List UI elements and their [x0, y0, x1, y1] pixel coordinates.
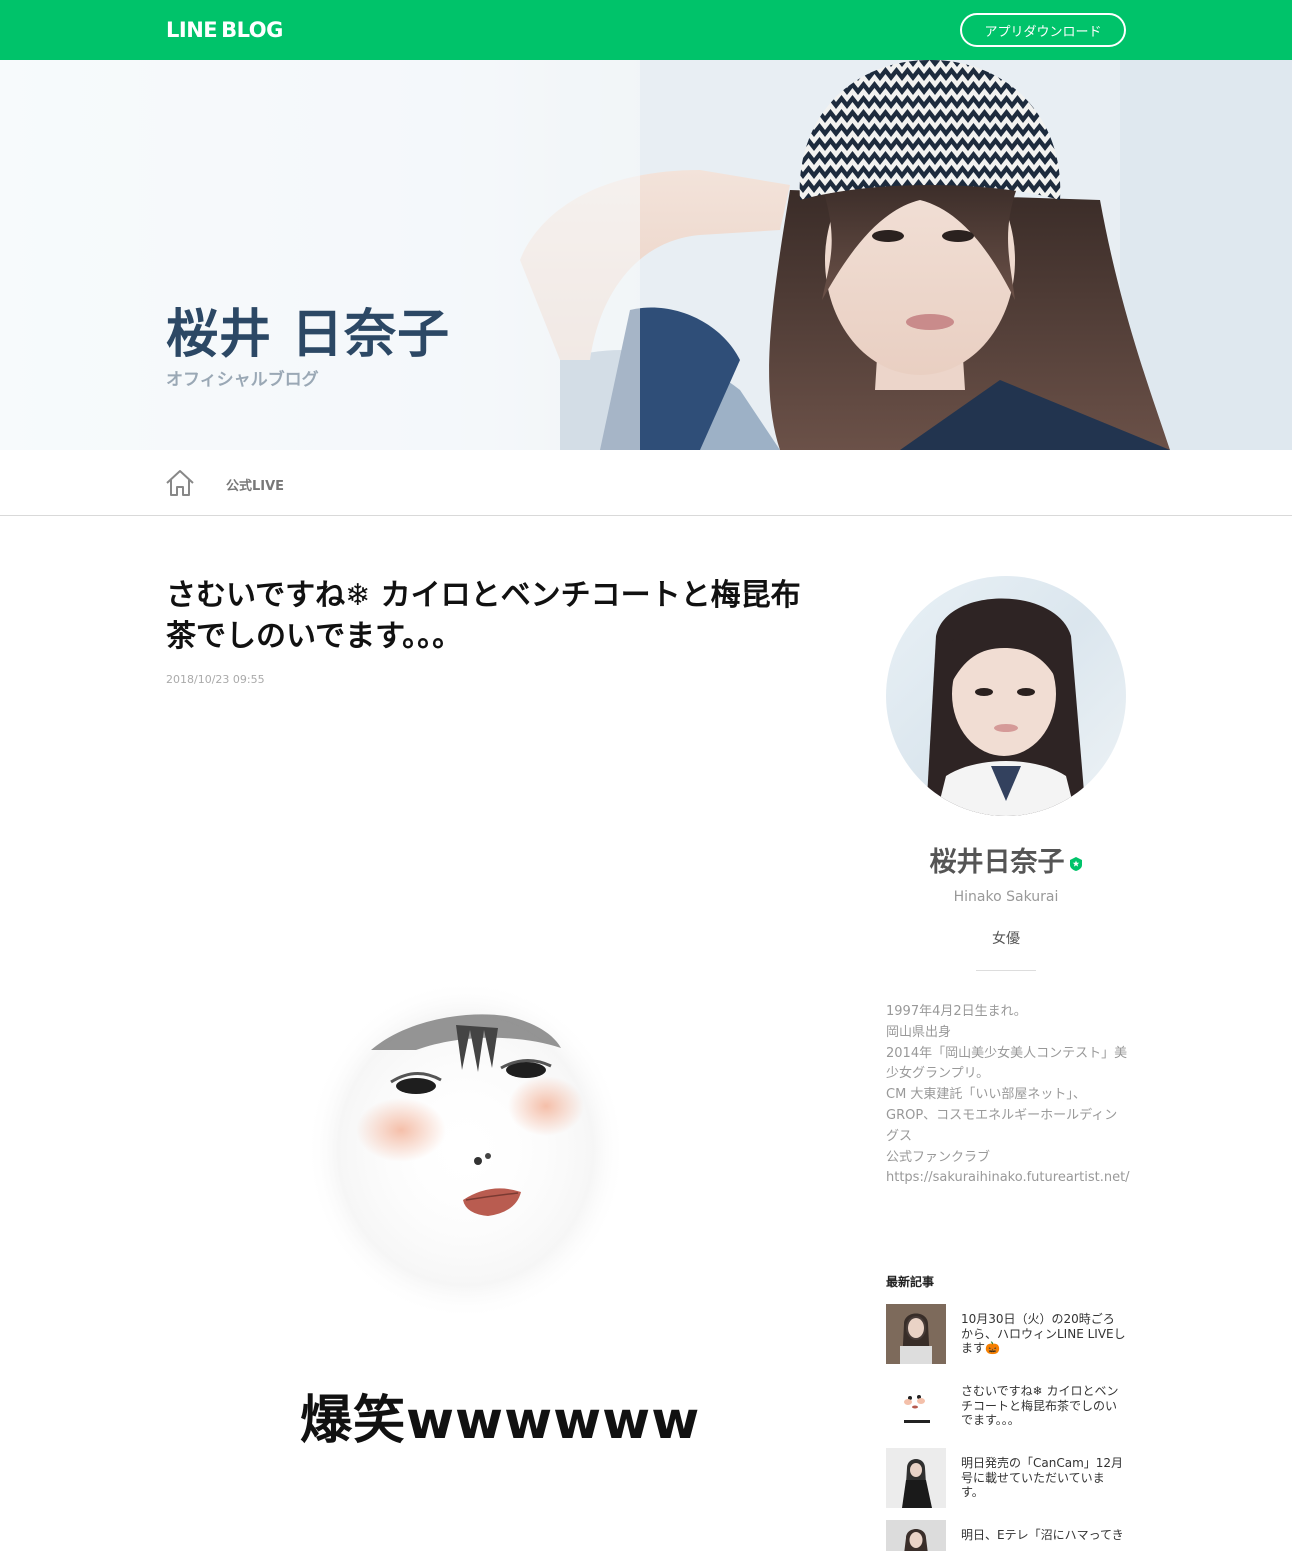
article-title: さむいですね❄ カイロとベンチコートと梅昆布茶でしのいでます。。。: [166, 578, 801, 654]
recent-post-item[interactable]: 10月30日（火）の20時ごろから、ハロウィンLINE LIVEします🎃: [886, 1304, 1126, 1364]
logo-blog-text: BLOG: [221, 18, 283, 42]
recent-post-thumbnail[interactable]: [886, 1376, 946, 1436]
profile-avatar-photo: [926, 598, 1086, 816]
profile-name-english: Hinako Sakurai: [953, 889, 1059, 905]
recent-post-item[interactable]: 明日、Eテレ「沼にハマってき: [886, 1520, 1126, 1551]
hero-photo: [0, 60, 1292, 450]
article-date: 2018/10/23 09:55: [166, 673, 265, 686]
recent-post-title[interactable]: 10月30日（火）の20時ごろから、ハロウィンLINE LIVEします🎃: [961, 1304, 1126, 1364]
line-blog-logo[interactable]: LINE BLOG: [166, 16, 283, 44]
verified-badge-icon: [1069, 856, 1082, 871]
blog-title: 桜井 日奈子: [166, 305, 451, 365]
home-icon[interactable]: [165, 469, 195, 497]
top-bar: LINE BLOG アプリダウンロード: [0, 0, 1292, 60]
recent-post-thumbnail[interactable]: [886, 1304, 946, 1364]
image-caption-text: 爆笑wwwwww: [300, 1391, 701, 1451]
profile-role: 女優: [992, 931, 1020, 947]
profile-name: 桜井日奈子: [886, 840, 1126, 879]
profile-description: 1997年4月2日生まれ。 岡山県出身 2014年「岡山美少女美人コンテスト」美…: [886, 1004, 1130, 1186]
profile-avatar[interactable]: [886, 576, 1126, 816]
profile-divider: [976, 970, 1036, 971]
recent-post-item[interactable]: さむいですね❄ カイロとベンチコートと梅昆布茶でしのいでます。。。: [886, 1376, 1126, 1436]
recent-post-thumbnail[interactable]: [886, 1520, 946, 1551]
recent-post-title[interactable]: さむいですね❄ カイロとベンチコートと梅昆布茶でしのいでます。。。: [961, 1376, 1126, 1436]
logo-line-text: LINE: [166, 18, 218, 42]
recent-post-title[interactable]: 明日、Eテレ「沼にハマってき: [961, 1520, 1126, 1551]
recent-post-thumbnail[interactable]: [886, 1448, 946, 1508]
recent-post-item[interactable]: 明日発売の「CanCam」12月号に載せていただいています。: [886, 1448, 1126, 1508]
profile-name-text: 桜井日奈子: [929, 847, 1065, 878]
recent-posts-heading: 最新記事: [886, 1275, 935, 1289]
app-download-button[interactable]: アプリダウンロード: [960, 13, 1126, 47]
nav-official-live[interactable]: 公式LIVE: [226, 475, 284, 494]
hero-banner: 桜井 日奈子 オフィシャルブログ: [0, 60, 1292, 450]
blog-subtitle: オフィシャルブログ: [166, 370, 319, 390]
recent-post-title[interactable]: 明日発売の「CanCam」12月号に載せていただいています。: [961, 1448, 1126, 1508]
